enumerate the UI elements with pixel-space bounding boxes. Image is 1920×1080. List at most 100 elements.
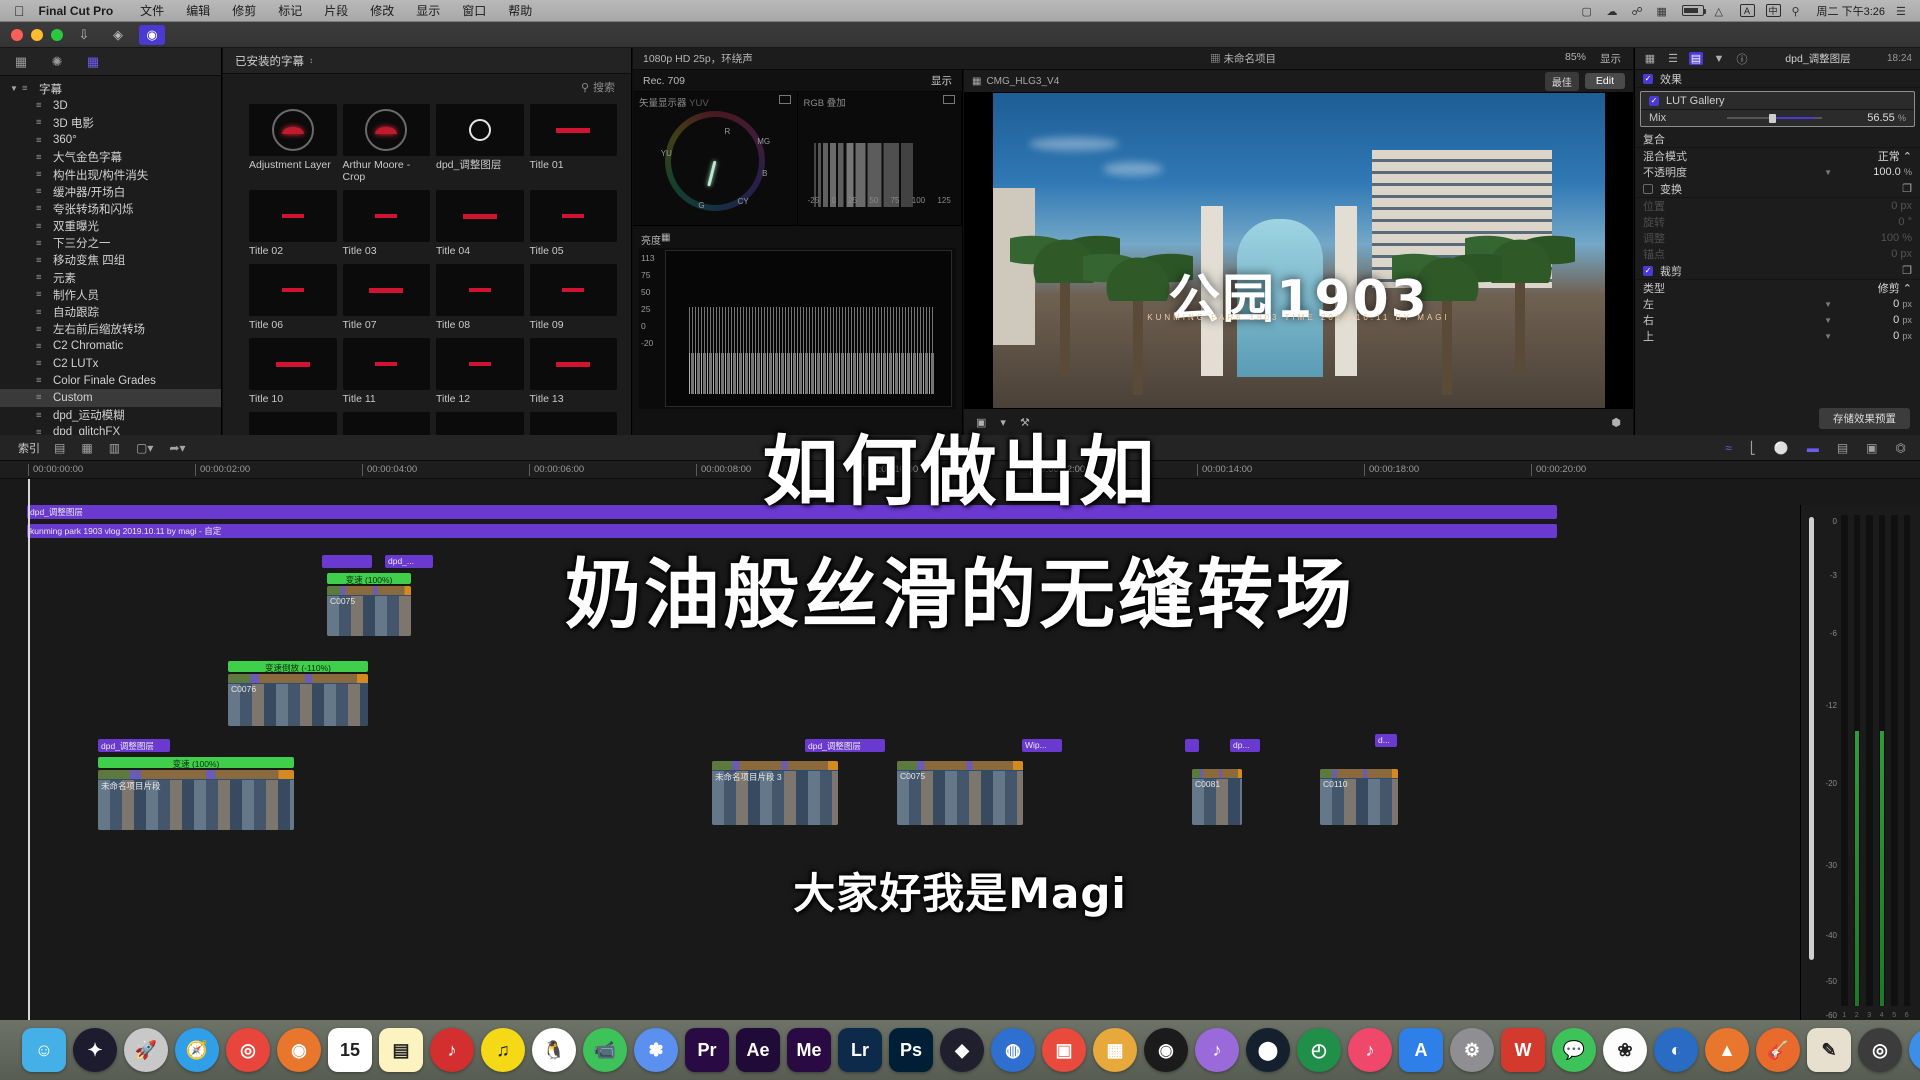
timeline-clip[interactable]: dpd_调整图层 [805, 739, 885, 752]
minimize-icon[interactable] [31, 28, 43, 41]
menu-item-clip[interactable]: 片段 [313, 2, 359, 19]
trim-icon[interactable]: ▤ [54, 441, 65, 455]
range-icon[interactable]: ▥ [109, 441, 120, 455]
crop-tool-icon[interactable]: ▣ [976, 416, 986, 429]
dock-item-wechat[interactable]: 💬 [1552, 1028, 1596, 1072]
inspector-row-1-0[interactable]: Mix 56.55 % [1641, 110, 1914, 126]
dropbox-icon[interactable]: ▢ [1582, 5, 1596, 18]
zoom-icon[interactable] [51, 28, 63, 41]
section-checkbox[interactable] [1643, 265, 1653, 276]
dock-item-mail[interactable]: ✉ [1909, 1028, 1920, 1072]
close-icon[interactable] [11, 28, 23, 41]
dock-item-pdf-expert[interactable]: ▣ [1042, 1028, 1086, 1072]
row-value[interactable]: 0 px [1838, 248, 1912, 260]
timeline-clip[interactable]: 变速倒放 (-110%) [228, 661, 368, 672]
appearance-icon[interactable]: ⏣ [1896, 441, 1906, 455]
dock-item-finder[interactable]: ☺ [22, 1028, 66, 1072]
inspector-section-header[interactable]: 效果 [1635, 70, 1920, 88]
sidebar-item-13[interactable]: ≡ 自动跟踪 [0, 303, 221, 320]
row-value[interactable]: 正常 ⌃ [1838, 148, 1912, 164]
inspector-row-2-0[interactable]: 混合模式 正常 ⌃ [1635, 148, 1920, 164]
timeline-clip[interactable] [322, 555, 372, 568]
inspector-row-4-1[interactable]: 左 ▼ 0 px [1635, 296, 1920, 312]
vectorscope[interactable]: 矢量显示器 YUV R MG YU B G CY [633, 92, 798, 225]
dock-item-vlc[interactable]: ▲ [1705, 1028, 1749, 1072]
browser-thumbnail[interactable]: Title 08 [436, 264, 524, 331]
text-icon[interactable]: ☰ [1666, 52, 1680, 65]
video-icon[interactable]: ▦ [1643, 52, 1657, 65]
dock-item-premiere[interactable]: Pr [685, 1028, 729, 1072]
dock-item-safari[interactable]: 🧭 [175, 1028, 219, 1072]
import-media-icon[interactable]: ⇩ [71, 25, 97, 45]
inspector-section-header[interactable]: 复合 [1635, 130, 1920, 148]
dock-item-music[interactable]: ♪ [1348, 1028, 1392, 1072]
timeline-clip[interactable]: 未命名项目片段 [98, 770, 294, 830]
timeline-clip[interactable]: 变速 (100%) [98, 757, 294, 768]
sidebar-item-5[interactable]: ≡ 构件出现/构件消失 [0, 166, 221, 183]
keyframe-icon[interactable]: ◈ [105, 25, 131, 45]
menubar-clock[interactable]: 周二 下午3:26 [1817, 3, 1885, 19]
dock-item-chrome[interactable]: ◎ [226, 1028, 270, 1072]
titles-icon[interactable]: ▦ [84, 54, 102, 70]
browser-thumbnail[interactable]: Title 11 [342, 338, 430, 405]
row-value[interactable]: 0 px [1838, 330, 1912, 342]
info-icon[interactable]: ▤ [1689, 52, 1703, 65]
sidebar-item-3[interactable]: ≡ 360° [0, 132, 221, 149]
sidebar-item-12[interactable]: ≡ 制作人员 [0, 286, 221, 303]
dock-item-photos[interactable]: ❀ [1603, 1028, 1647, 1072]
browser-search[interactable]: ⚲ 搜索 [223, 74, 631, 100]
waveform-monitor[interactable]: 亮度 ▦ 113 75 50 25 0 -20 [639, 232, 956, 409]
dock-item-qq-music[interactable]: ♫ [481, 1028, 525, 1072]
dock-item-notes[interactable]: ▤ [379, 1028, 423, 1072]
chevron-updown-icon[interactable]: ↕ [309, 56, 313, 65]
wrench-icon[interactable]: ⚒ [1020, 416, 1030, 429]
menu-item-help[interactable]: 帮助 [497, 2, 543, 19]
sidebar-item-1[interactable]: ≡ 3D [0, 97, 221, 114]
control-center-icon[interactable]: ☰ [1896, 5, 1910, 18]
timeline-clip[interactable]: C0110 [1320, 769, 1398, 825]
color-icon[interactable]: ▬ [1807, 441, 1819, 455]
sidebar-item-7[interactable]: ≡ 夸张转场和闪烁 [0, 200, 221, 217]
menubar-appname[interactable]: Final Cut Pro [39, 4, 130, 18]
menu-item-trim[interactable]: 修剪 [221, 2, 267, 19]
battery-icon[interactable] [1681, 5, 1706, 16]
quality-menu[interactable]: 最佳 [1544, 71, 1579, 91]
audio-icon[interactable]: ⓘ [1735, 52, 1749, 66]
inspector-row-2-1[interactable]: 不透明度 ▼ 100.0 % [1635, 164, 1920, 180]
dock-item-final-cut-pro[interactable]: ◆ [940, 1028, 984, 1072]
dock-item-notepad[interactable]: ✎ [1807, 1028, 1851, 1072]
bluetooth-icon[interactable]: ☍ [1632, 5, 1646, 18]
dock-item-blender[interactable]: ◐ [1654, 1028, 1698, 1072]
browser-thumbnail[interactable]: dpd_调整图层 [436, 104, 524, 183]
sidebar-item-9[interactable]: ≡ 下三分之一 [0, 235, 221, 252]
headphone-icon[interactable]: ⚪ [1774, 441, 1789, 455]
position-icon[interactable]: ▦ [81, 441, 92, 455]
timeline-clip[interactable]: kunming park 1903 vlog 2019.10.11 by mag… [27, 524, 1557, 538]
menu-item-view[interactable]: 显示 [405, 2, 451, 19]
input-source-cn-icon[interactable]: 中 [1765, 4, 1781, 17]
inspector-row-3-2[interactable]: 调整 100 % [1635, 230, 1920, 246]
timeline-clip[interactable]: dpd_... [385, 555, 433, 568]
reset-icon[interactable]: ❐ [1902, 182, 1912, 195]
dock-item-steam[interactable]: ⬤ [1246, 1028, 1290, 1072]
zoom-level-menu[interactable]: 85% [1565, 51, 1586, 66]
dock-item-davinci-resolve[interactable]: ◉ [1144, 1028, 1188, 1072]
dock-item-facetime[interactable]: 📹 [583, 1028, 627, 1072]
sidebar-item-17[interactable]: ≡ Color Finale Grades [0, 372, 221, 389]
timeline-clip[interactable]: C0081 [1192, 769, 1242, 825]
row-value[interactable]: 100.0 % [1838, 166, 1912, 178]
section-checkbox[interactable] [1643, 183, 1653, 194]
sidebar-item-16[interactable]: ≡ C2 LUTx [0, 355, 221, 372]
dock-item-garageband[interactable]: 🎸 [1756, 1028, 1800, 1072]
dock-item-browser2[interactable]: ◍ [991, 1028, 1035, 1072]
keyframe-triangle-icon[interactable]: ▼ [1824, 316, 1832, 325]
browser-thumbnail[interactable]: Adjustment Layer [249, 104, 337, 183]
browser-thumbnail[interactable]: Arthur Moore - Crop [342, 104, 430, 183]
timeline-ruler[interactable]: 00:00:00:00 00:00:02:00 00:00:04:00 00:00:0… [0, 461, 1920, 479]
view-options-menu[interactable]: 显示 [1600, 51, 1621, 66]
keyframe-triangle-icon[interactable]: ▼ [1824, 332, 1832, 341]
browser-thumbnail[interactable]: Title 10 [249, 338, 337, 405]
menu-item-file[interactable]: 文件 [129, 2, 175, 19]
reset-icon[interactable]: ❐ [1902, 264, 1912, 277]
dock-item-media-encoder[interactable]: Me [787, 1028, 831, 1072]
